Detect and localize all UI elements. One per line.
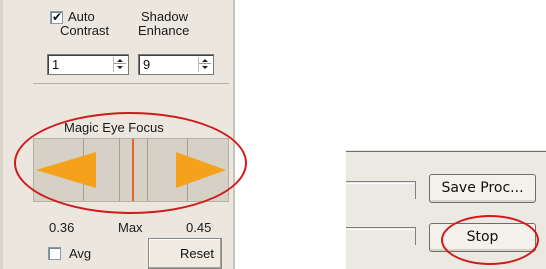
spin-down-button[interactable] <box>199 64 211 71</box>
contrast-value: 1 <box>52 57 60 72</box>
panel-border-line <box>346 151 546 152</box>
control-panel: ✔ Auto Contrast Shadow Enhance 1 9 Magic… <box>0 0 235 269</box>
shadow-enhance-label-line1: Shadow <box>141 9 188 24</box>
focus-right-value: 0.45 <box>186 220 212 235</box>
spin-down-button[interactable] <box>114 64 126 71</box>
spin-up-button[interactable] <box>114 57 126 64</box>
focus-center-marker <box>132 139 134 201</box>
focus-max-label: Max <box>118 220 143 235</box>
up-arrow-icon <box>202 58 208 62</box>
process-buttons-panel: Save Proc... Stop <box>346 150 546 269</box>
field-edge <box>346 227 416 230</box>
avg-checkbox[interactable] <box>48 247 61 260</box>
field-edge <box>415 227 416 245</box>
shadow-enhance-label-line2: Enhance <box>138 23 190 38</box>
shadow-enhance-value: 9 <box>143 57 151 72</box>
spin-up-button[interactable] <box>199 57 211 64</box>
save-proc-button[interactable]: Save Proc... <box>429 174 536 203</box>
magic-eye-focus-label: Magic Eye Focus <box>64 120 164 135</box>
reset-button[interactable]: Reset <box>148 238 222 269</box>
auto-contrast-label-line1: Auto <box>68 9 95 24</box>
focus-left-arrow-icon[interactable] <box>36 152 96 188</box>
down-arrow-icon <box>202 66 208 69</box>
stop-button[interactable]: Stop <box>429 223 536 252</box>
up-arrow-icon <box>117 58 123 62</box>
contrast-spinner-buttons <box>113 57 126 72</box>
shadow-spinner-buttons <box>198 57 211 72</box>
focus-left-value: 0.36 <box>49 220 75 235</box>
contrast-spinner[interactable]: 1 <box>47 54 129 75</box>
panel-edge <box>0 0 3 269</box>
avg-label: Avg <box>69 246 92 261</box>
down-arrow-icon <box>117 66 123 69</box>
auto-contrast-label-line2: Contrast <box>60 23 110 38</box>
focus-segment <box>120 139 148 201</box>
field-edge <box>415 181 416 199</box>
focus-right-arrow-icon[interactable] <box>176 152 226 188</box>
magic-eye-focus-control[interactable] <box>33 138 229 202</box>
section-divider <box>33 83 229 84</box>
field-edge <box>346 181 416 184</box>
shadow-enhance-spinner[interactable]: 9 <box>138 54 214 75</box>
